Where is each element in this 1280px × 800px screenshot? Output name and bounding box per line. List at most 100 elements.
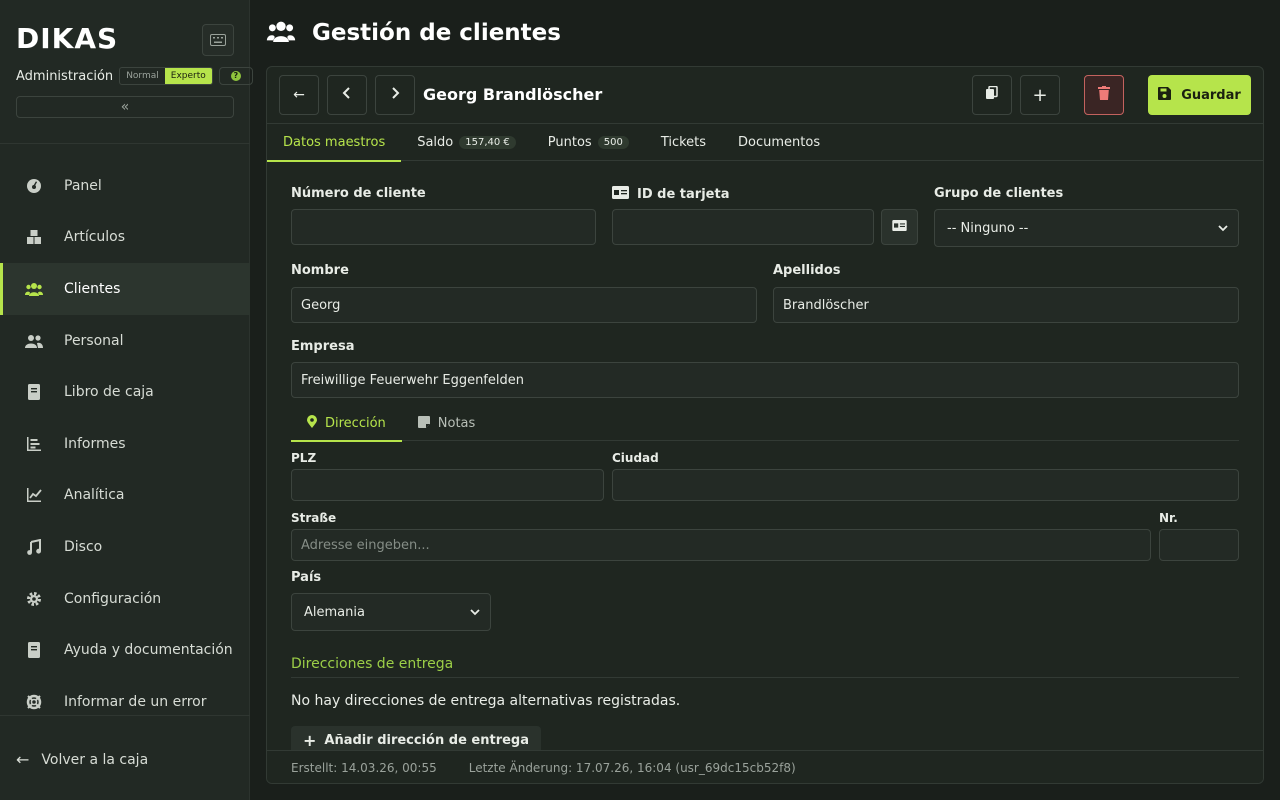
- record-footer: Erstellt: 14.03.26, 00:55 Letzte Änderun…: [267, 750, 1263, 783]
- sidebar-item-clientes[interactable]: Clientes: [0, 263, 250, 315]
- sidebar-item-disco[interactable]: Disco: [0, 521, 250, 573]
- users-icon: [24, 279, 44, 299]
- staff-icon: [24, 331, 44, 351]
- first-name-label: Nombre: [291, 263, 349, 278]
- chevron-left-icon: [342, 86, 352, 104]
- sidebar-item-ayuda[interactable]: Ayuda y documentación: [0, 624, 250, 676]
- back-to-register-link[interactable]: ← Volver a la caja: [16, 750, 148, 769]
- scan-card-button[interactable]: [881, 209, 918, 245]
- chevrons-left-icon: «: [120, 99, 130, 115]
- tab-notas[interactable]: Notas: [402, 406, 492, 441]
- mode-row: Administración Normal Experto ?: [16, 66, 253, 86]
- dashboard-icon: [24, 176, 44, 196]
- back-label: Volver a la caja: [41, 751, 149, 768]
- save-button[interactable]: Guardar: [1148, 75, 1251, 115]
- id-card-icon: [612, 186, 629, 203]
- page-title: Gestión de clientes: [312, 20, 561, 46]
- first-name-input[interactable]: Georg: [291, 287, 757, 323]
- city-label: Ciudad: [612, 451, 659, 465]
- sidebar-item-label: Artículos: [64, 229, 126, 246]
- sidebar: DIKAS Administración Normal Experto ? « …: [0, 0, 253, 800]
- add-delivery-label: Añadir dirección de entrega: [324, 732, 530, 748]
- country-value: Alemania: [304, 604, 365, 620]
- arrow-left-icon: ←: [16, 750, 30, 769]
- collapse-sidebar-button[interactable]: «: [16, 96, 234, 118]
- delivery-section-title: Direcciones de entrega: [291, 656, 454, 672]
- mode-expert-button[interactable]: Experto: [164, 68, 212, 84]
- add-delivery-address-button[interactable]: + Añadir dirección de entrega: [291, 726, 542, 750]
- tab-label: Saldo: [417, 135, 454, 150]
- subtab-label: Notas: [437, 416, 476, 431]
- map-pin-icon: [307, 415, 317, 432]
- lifebuoy-icon: [24, 692, 44, 712]
- back-button[interactable]: ←: [279, 75, 319, 115]
- record-tabs: Datos maestros Saldo 157,40 € Puntos 500…: [267, 124, 1263, 162]
- card-id-input[interactable]: [612, 209, 874, 245]
- card-id-label: ID de tarjeta: [637, 187, 730, 202]
- sidebar-item-configuracion[interactable]: Configuración: [0, 573, 250, 625]
- master-data-form: Número de cliente ID de tarjeta Grupo de…: [267, 162, 1263, 750]
- delete-button[interactable]: [1084, 75, 1124, 115]
- arrow-left-icon: ←: [293, 87, 305, 103]
- sidebar-item-label: Clientes: [64, 280, 121, 297]
- copy-icon: [985, 85, 999, 104]
- city-input[interactable]: [612, 469, 1239, 501]
- sidebar-item-informes[interactable]: Informes: [0, 418, 250, 470]
- mode-normal-button[interactable]: Normal: [120, 68, 165, 84]
- tab-datos-maestros[interactable]: Datos maestros: [267, 124, 402, 162]
- company-input[interactable]: Freiwillige Feuerwehr Eggenfelden: [291, 362, 1239, 398]
- book-icon: [24, 382, 44, 402]
- sidebar-item-label: Disco: [64, 538, 103, 555]
- duplicate-button[interactable]: [972, 75, 1012, 115]
- sidebar-item-libro-de-caja[interactable]: Libro de caja: [0, 366, 250, 418]
- help-icon: ?: [230, 71, 241, 81]
- next-record-button[interactable]: [375, 75, 415, 115]
- tab-saldo[interactable]: Saldo 157,40 €: [401, 124, 532, 161]
- sidebar-item-analitica[interactable]: Analítica: [0, 470, 250, 522]
- tab-puntos[interactable]: Puntos 500: [532, 124, 645, 161]
- previous-record-button[interactable]: [327, 75, 367, 115]
- sidebar-item-articulos[interactable]: Artículos: [0, 212, 250, 264]
- house-number-label: Nr.: [1159, 511, 1178, 525]
- sidebar-item-personal[interactable]: Personal: [0, 315, 250, 367]
- sidebar-item-label: Panel: [64, 177, 102, 194]
- add-button[interactable]: +: [1020, 75, 1060, 115]
- plz-input[interactable]: [291, 469, 604, 501]
- tab-label: Datos maestros: [283, 135, 386, 150]
- sidebar-item-informar-error[interactable]: Informar de un error: [0, 676, 250, 728]
- section-divider: [291, 677, 1239, 678]
- help-button[interactable]: ?: [218, 67, 253, 85]
- card-id-label-group: ID de tarjeta: [612, 186, 729, 203]
- chevron-down-icon: [470, 605, 480, 619]
- note-icon: [417, 415, 430, 432]
- customer-group-label: Grupo de clientes: [934, 186, 1064, 201]
- last-name-label: Apellidos: [773, 263, 841, 278]
- page-header: Gestión de clientes: [266, 18, 561, 48]
- sidebar-item-panel[interactable]: Panel: [0, 160, 250, 212]
- customer-group-select[interactable]: -- Ninguno --: [934, 209, 1239, 247]
- tab-tickets[interactable]: Tickets: [645, 124, 722, 161]
- street-label: Straße: [291, 511, 337, 525]
- last-name-input[interactable]: Brandlöscher: [773, 287, 1239, 323]
- sidebar-item-label: Informes: [64, 435, 126, 452]
- street-input[interactable]: Adresse eingeben...: [291, 529, 1151, 561]
- record-toolbar: ← Georg Brandlöscher + Guardar: [267, 67, 1263, 124]
- trash-icon: [1098, 86, 1110, 104]
- sidebar-nav: Panel Artículos Clientes Personal Libro …: [0, 160, 250, 728]
- house-number-input[interactable]: [1159, 529, 1239, 561]
- keyboard-icon: [210, 34, 226, 46]
- tab-label: Puntos: [547, 135, 592, 150]
- created-timestamp: Erstellt: 14.03.26, 00:55: [291, 761, 437, 775]
- keyboard-button[interactable]: [202, 24, 234, 56]
- tab-direccion[interactable]: Dirección: [291, 406, 402, 442]
- country-select[interactable]: Alemania: [291, 593, 491, 631]
- plz-label: PLZ: [291, 451, 317, 465]
- tab-documentos[interactable]: Documentos: [722, 124, 836, 161]
- report-icon: [24, 434, 44, 454]
- points-badge: 500: [597, 136, 629, 149]
- chevron-right-icon: [390, 86, 400, 104]
- modified-timestamp: Letzte Änderung: 17.07.26, 16:04 (usr_69…: [468, 761, 796, 775]
- customer-group-value: -- Ninguno --: [947, 220, 1029, 236]
- chevron-down-icon: [1218, 221, 1228, 235]
- customer-number-input[interactable]: [291, 209, 596, 245]
